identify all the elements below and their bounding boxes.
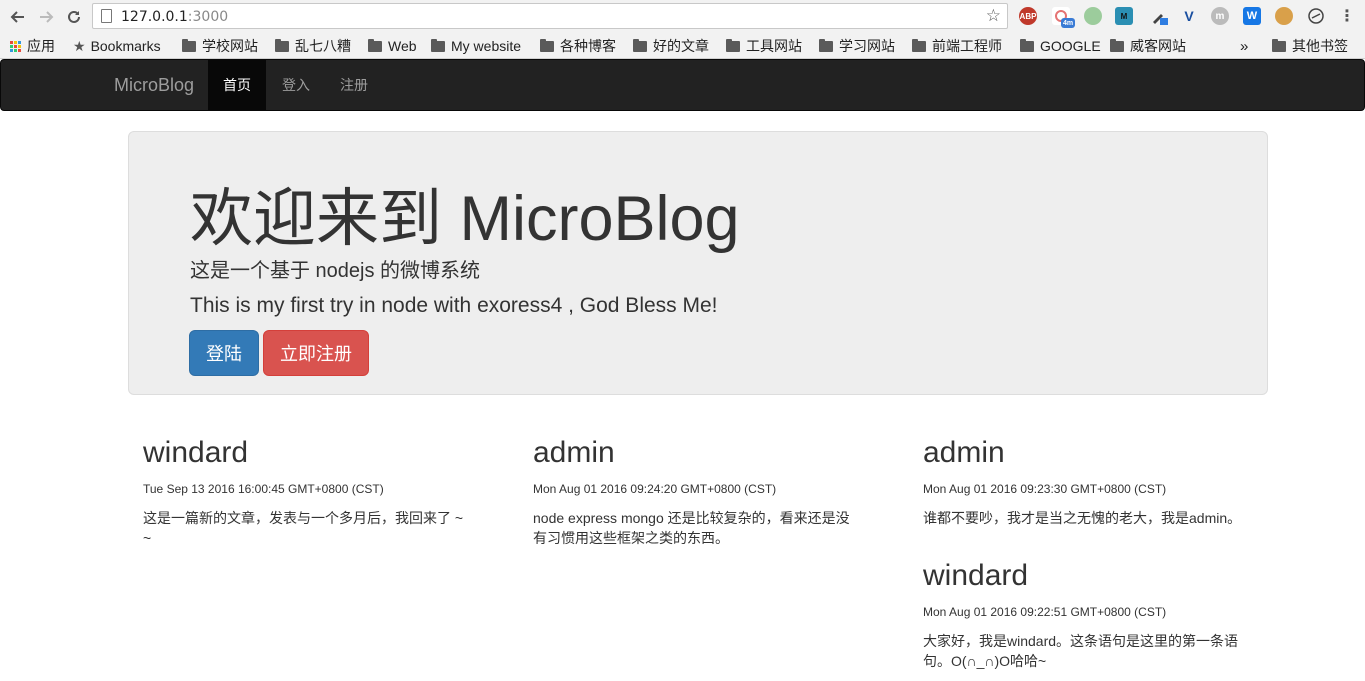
- register-button[interactable]: 立即注册: [263, 330, 369, 376]
- bookmark-label: 工具网站: [746, 38, 802, 54]
- bookmark-folder[interactable]: 工具网站: [726, 36, 802, 56]
- url-host: 127.0.0.1: [121, 9, 188, 25]
- post-time: Tue Sep 13 2016 16:00:45 GMT+0800 (CST): [143, 482, 384, 496]
- url-port: :3000: [187, 9, 229, 25]
- bookmark-star-icon[interactable]: ☆: [986, 6, 1001, 26]
- bookmark-label: My website: [451, 38, 522, 54]
- post-content: node express mongo 还是比较复杂的，看来还是没有习惯用这些框架…: [533, 510, 850, 546]
- bookmark-label: Web: [388, 38, 417, 54]
- forward-arrow-icon[interactable]: [34, 5, 58, 29]
- bookmark-label: 好的文章: [653, 38, 709, 54]
- back-arrow-icon[interactable]: [6, 5, 30, 29]
- bookmark-label: 学习网站: [839, 38, 895, 54]
- bookmark-apps[interactable]: 应用: [10, 36, 55, 56]
- post-author: admin: [923, 436, 1005, 469]
- folder-icon: [912, 38, 926, 52]
- post-content: 谁都不要吵，我才是当之无愧的老大，我是admin。: [923, 510, 1242, 526]
- bookmark-label: 各种博客: [560, 38, 616, 54]
- adblock-extension-icon[interactable]: ABP: [1019, 7, 1037, 25]
- green-circle-extension-icon[interactable]: [1084, 7, 1102, 25]
- bookmark-bookmarks[interactable]: ★ Bookmarks: [73, 36, 161, 56]
- nav-login[interactable]: 登入: [267, 60, 325, 110]
- page-title: 欢迎来到 MicroBlog: [190, 184, 740, 254]
- navbar: MicroBlog 首页 登入 注册: [0, 59, 1365, 111]
- w-extension-icon[interactable]: W: [1243, 7, 1261, 25]
- nav-register[interactable]: 注册: [325, 60, 383, 110]
- post-card: windard Mon Aug 01 2016 09:22:51 GMT+080…: [923, 559, 1253, 671]
- bookmark-folder[interactable]: My website: [431, 36, 521, 56]
- bookmark-folder[interactable]: GOOGLE: [1020, 36, 1101, 56]
- bookmark-label: 其他书签: [1292, 38, 1348, 54]
- bookmarks-overflow-button[interactable]: »: [1240, 36, 1248, 56]
- bookmark-folder[interactable]: 前端工程师: [912, 36, 1002, 56]
- login-button[interactable]: 登陆: [189, 330, 259, 376]
- folder-icon: [1110, 38, 1124, 52]
- timer-badge: 4m: [1061, 18, 1075, 28]
- bookmark-folder[interactable]: 学习网站: [819, 36, 895, 56]
- post-card: admin Mon Aug 01 2016 09:24:20 GMT+0800 …: [533, 436, 863, 548]
- post-card: windard Tue Sep 13 2016 16:00:45 GMT+080…: [143, 436, 473, 548]
- navbar-brand[interactable]: MicroBlog: [114, 75, 194, 96]
- post-content: 大家好，我是windard。这条语句是这里的第一条语句。O(∩_∩)O哈哈~: [923, 633, 1239, 669]
- post-author: windard: [923, 559, 1029, 592]
- post-time: Mon Aug 01 2016 09:24:20 GMT+0800 (CST): [533, 482, 777, 496]
- post-content: 这是一篇新的文章，发表与一个多月后，我回来了 ~ ~: [143, 510, 464, 546]
- jumbotron: 欢迎来到 MicroBlog 这是一个基于 nodejs 的微博系统 This …: [128, 131, 1268, 395]
- folder-icon: [431, 38, 445, 52]
- bookmarks-bar: 应用 ★ Bookmarks 学校网站 乱七八糟 Web My website …: [0, 33, 1365, 59]
- folder-icon: [182, 38, 196, 52]
- post-author: windard: [143, 436, 249, 469]
- m-circle-extension-icon[interactable]: m: [1211, 7, 1229, 25]
- eyedropper-extension-icon[interactable]: [1150, 7, 1168, 25]
- cookie-extension-icon[interactable]: [1275, 7, 1293, 25]
- page-subtitle: 这是一个基于 nodejs 的微博系统: [190, 260, 481, 282]
- browser-toolbar: 127.0.0.1:3000 ☆ ABP 4m M V m W ⋮: [0, 0, 1365, 33]
- chrome-menu-extension-icon[interactable]: [1307, 7, 1325, 25]
- star-icon: ★: [73, 37, 86, 54]
- bookmark-folder[interactable]: 威客网站: [1110, 36, 1186, 56]
- m-extension-icon[interactable]: M: [1115, 7, 1133, 25]
- post-author: admin: [533, 436, 615, 469]
- reload-icon[interactable]: [62, 5, 86, 29]
- bookmark-label: 威客网站: [1130, 38, 1186, 54]
- folder-icon: [540, 38, 554, 52]
- bookmark-label: Bookmarks: [90, 38, 161, 54]
- folder-icon: [368, 38, 382, 52]
- folder-icon: [1272, 38, 1286, 52]
- v-extension-icon[interactable]: V: [1180, 7, 1198, 25]
- folder-icon: [275, 38, 289, 52]
- nav-home[interactable]: 首页: [208, 60, 266, 110]
- folder-icon: [1020, 38, 1034, 52]
- bookmark-folder[interactable]: 好的文章: [633, 36, 709, 56]
- bookmark-label: 应用: [27, 38, 55, 54]
- page-tagline: This is my first try in node with exores…: [190, 294, 718, 317]
- folder-icon: [633, 38, 647, 52]
- post-time: Mon Aug 01 2016 09:22:51 GMT+0800 (CST): [923, 605, 1167, 619]
- bookmark-label: 乱七八糟: [295, 38, 351, 54]
- folder-icon: [726, 38, 740, 52]
- post-card: admin Mon Aug 01 2016 09:23:30 GMT+0800 …: [923, 436, 1253, 528]
- bookmark-label: 前端工程师: [932, 38, 1002, 54]
- menu-icon[interactable]: ⋮: [1338, 7, 1356, 25]
- bookmark-folder[interactable]: 各种博客: [540, 36, 616, 56]
- folder-icon: [819, 38, 833, 52]
- other-bookmarks[interactable]: 其他书签: [1272, 36, 1348, 56]
- address-bar[interactable]: 127.0.0.1:3000 ☆: [92, 3, 1008, 29]
- post-time: Mon Aug 01 2016 09:23:30 GMT+0800 (CST): [923, 482, 1167, 496]
- bookmark-folder[interactable]: 学校网站: [182, 36, 258, 56]
- bookmark-label: 学校网站: [202, 38, 258, 54]
- apps-icon: [10, 40, 21, 52]
- bookmark-folder[interactable]: Web: [368, 36, 417, 56]
- page-icon: [101, 9, 112, 23]
- url-text: 127.0.0.1:3000: [121, 9, 228, 25]
- bookmark-folder[interactable]: 乱七八糟: [275, 36, 351, 56]
- bookmark-label: GOOGLE: [1040, 38, 1101, 54]
